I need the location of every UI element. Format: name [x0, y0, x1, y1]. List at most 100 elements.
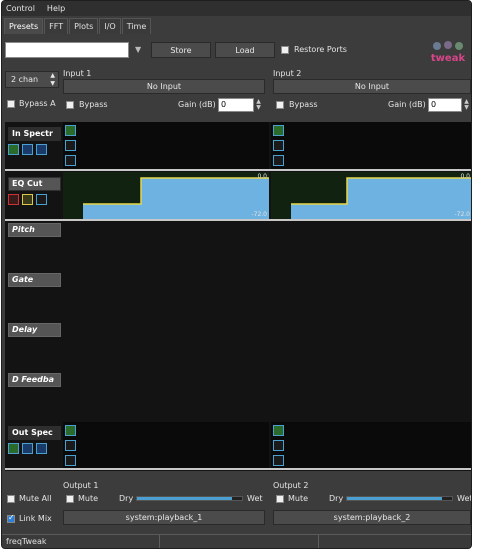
input-2-port-button[interactable]: No Input — [273, 79, 471, 94]
plugin-label-eq-cut: EQ Cut — [8, 177, 61, 191]
plot-2-mode-icon[interactable] — [273, 425, 284, 436]
output-1-mute-label: Mute — [78, 494, 99, 503]
wave-icon[interactable] — [22, 443, 33, 454]
bypass-all-label: Bypass A — [19, 99, 56, 108]
preset-name-input[interactable] — [5, 42, 129, 58]
input-2-title: Input 2 — [273, 69, 302, 78]
output-2-wet-label: Wet — [457, 494, 472, 503]
channel-count-value: 2 chan — [11, 75, 39, 84]
link-mix-checkbox[interactable] — [7, 513, 15, 523]
output-2-port-button[interactable]: system:playback_2 — [273, 510, 471, 525]
plot-1-spectrum-icon[interactable] — [65, 155, 76, 166]
output-1-mix-fill — [137, 497, 232, 500]
eq-2-top-label: 0.0 — [460, 173, 470, 180]
app-logo: tweak — [427, 39, 469, 65]
output-1-mute-checkbox[interactable] — [66, 495, 74, 503]
eq-1-top-label: 0.0 — [257, 173, 267, 180]
input-1-gain-spinner-icon[interactable]: ▲ ▼ — [255, 98, 262, 112]
input-1-port-button[interactable]: No Input — [63, 79, 265, 94]
eq-link-icon[interactable] — [22, 194, 33, 205]
tab-presets[interactable]: Presets — [4, 18, 44, 34]
tab-plots[interactable]: Plots — [69, 18, 99, 34]
output-2-mix-slider[interactable] — [346, 496, 453, 501]
plugin-label-delay-feedback: D Feedba — [8, 373, 61, 387]
output-1-wet-label: Wet — [247, 494, 263, 503]
output-2-mute-label: Mute — [288, 494, 309, 503]
plot-2-spectrum-icon[interactable] — [273, 155, 284, 166]
plot-1-wave-icon[interactable] — [65, 140, 76, 151]
eq-2-bottom-label: -72.0 — [454, 211, 470, 218]
mute-all-checkbox[interactable] — [7, 495, 15, 503]
output-2-mute-checkbox[interactable] — [276, 495, 284, 503]
eq-1-bottom-label: -72.0 — [251, 211, 267, 218]
spectrum-icon[interactable] — [36, 443, 47, 454]
eq-bypass-icon[interactable] — [8, 194, 19, 205]
input-spectrum-plot-2 — [271, 122, 471, 170]
input-2-bypass-checkbox[interactable] — [276, 101, 284, 109]
plugin-label-in-spectrum: In Spectr — [8, 127, 61, 141]
eq-cut-graph-1[interactable]: 0.0 -72.0 — [63, 172, 269, 219]
tab-time[interactable]: Time — [121, 18, 152, 34]
output-1-port-button[interactable]: system:playback_1 — [63, 510, 265, 525]
app-window: Control Help Presets FFT Plots I/O Time … — [1, 0, 472, 549]
menu-control[interactable]: Control — [6, 4, 35, 13]
input-1-gain-field[interactable]: 0 — [218, 98, 254, 112]
plot-1-mode-icon[interactable] — [65, 425, 76, 436]
restore-ports-checkbox[interactable] — [281, 46, 289, 54]
plot-2-wave-icon[interactable] — [273, 140, 284, 151]
wave-icon[interactable] — [22, 144, 33, 155]
output-1-title: Output 1 — [63, 481, 99, 490]
bypass-all-checkbox[interactable] — [7, 100, 15, 108]
divider — [5, 169, 471, 171]
output-2-dry-label: Dry — [329, 494, 344, 503]
spin-arrows-icon: ▲ ▼ — [50, 72, 55, 87]
mute-all-label: Mute All — [19, 494, 52, 503]
chevron-down-icon[interactable]: ▼ — [135, 45, 141, 54]
plugin-label-pitch: Pitch — [8, 223, 61, 237]
plugin-chain-panel: In Spectr EQ Cut 0.0 -72.0 0.0 -72.0 Pit… — [5, 122, 471, 471]
plot-1-spectrum-icon[interactable] — [65, 455, 76, 466]
divider — [5, 219, 471, 221]
status-divider — [159, 535, 160, 548]
eq-cut-curve-2 — [291, 177, 471, 219]
plot-2-wave-icon[interactable] — [273, 440, 284, 451]
link-mix-label: Link Mix — [19, 514, 52, 523]
plot-1-mode-icon[interactable] — [65, 125, 76, 136]
freeze-icon[interactable] — [8, 443, 19, 454]
eq-cut-graph-2[interactable]: 0.0 -72.0 — [271, 172, 471, 219]
input-1-title: Input 1 — [63, 69, 92, 78]
tab-io[interactable]: I/O — [99, 18, 121, 34]
plot-1-wave-icon[interactable] — [65, 440, 76, 451]
input-1-gain-label: Gain (dB) — [178, 100, 216, 109]
menu-help[interactable]: Help — [47, 4, 65, 13]
input-1-bypass-label: Bypass — [79, 100, 108, 109]
output-1-dry-label: Dry — [119, 494, 134, 503]
status-divider — [318, 535, 319, 548]
freeze-icon[interactable] — [8, 144, 19, 155]
store-button[interactable]: Store — [151, 42, 211, 58]
load-button[interactable]: Load — [215, 42, 275, 58]
divider — [5, 468, 471, 470]
plot-2-spectrum-icon[interactable] — [273, 455, 284, 466]
tab-bar: Presets FFT Plots I/O Time — [4, 18, 152, 34]
plot-2-mode-icon[interactable] — [273, 125, 284, 136]
eq-cut-curve-1 — [83, 177, 269, 219]
eq-options-icon[interactable] — [36, 194, 47, 205]
channel-count-select[interactable]: 2 chan ▲ ▼ — [5, 71, 59, 88]
status-app-name: freqTweak — [6, 537, 47, 546]
output-spectrum-plot-1 — [63, 422, 269, 470]
output-1-mix-slider[interactable] — [136, 496, 243, 501]
output-2-mix-fill — [347, 497, 442, 500]
input-1-bypass-checkbox[interactable] — [66, 101, 74, 109]
preset-row: ▼ Store Load Restore Ports — [5, 42, 468, 60]
plugin-label-out-spectrum: Out Spec — [8, 426, 61, 440]
input-2-gain-label: Gain (dB) — [388, 100, 426, 109]
output-spectrum-plot-2 — [271, 422, 471, 470]
spectrum-icon[interactable] — [36, 144, 47, 155]
status-bar: freqTweak — [2, 534, 471, 548]
plugin-label-gate: Gate — [8, 273, 61, 287]
input-spectrum-plot-1 — [63, 122, 269, 170]
input-2-gain-field[interactable]: 0 — [428, 98, 462, 112]
tab-fft[interactable]: FFT — [44, 18, 69, 34]
input-2-gain-spinner-icon[interactable]: ▲ ▼ — [463, 98, 470, 112]
